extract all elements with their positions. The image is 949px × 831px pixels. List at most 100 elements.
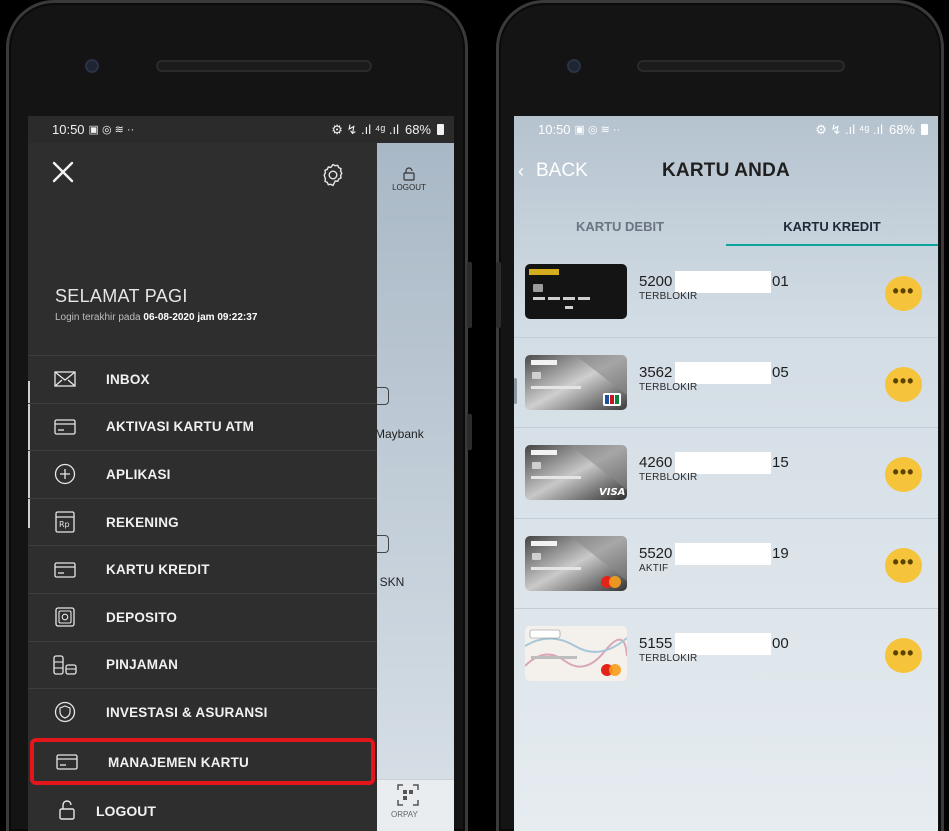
card-more-button[interactable]: ••• [885,547,922,583]
battery-level: 68% [404,122,431,137]
last-login-prefix: Login terakhir pada [55,312,141,323]
menu-item-label: PINJAMAN [106,657,179,673]
card-number-prefix: 4260 [639,454,673,471]
menu-item-rekening[interactable]: Rp REKENING [28,497,377,546]
status-bar: 10:50 ▣ ◎ ≋ ·· ⚙ ↯ .ıl ⁴ᵍ .ıl 68% [28,116,454,143]
menu-item-label: APLIKASI [106,466,171,482]
card-thumbnail-silver-jcb [525,354,627,410]
card-list-item[interactable]: 5520 19 AKTIF ••• [514,519,938,609]
card-manage-icon [55,752,79,772]
card-number-prefix: 5155 [639,635,673,652]
card-status: TERBLOKIR [639,653,698,664]
card-thumbnail-black [525,264,627,319]
drawer-menu: INBOX AKTIVASI KARTU ATM APLIKASI Rp REK… [28,355,377,786]
front-camera [85,59,99,73]
card-more-button[interactable]: ••• [885,276,922,311]
more-dots-icon: ••• [892,461,915,482]
more-dots-icon: ••• [892,371,915,391]
peek-logout-label: LOGOUT [392,183,426,192]
card-thumbnail-silver-mastercard [525,535,627,591]
card-number-suffix: 00 [772,635,789,652]
card-number-prefix: 3562 [639,363,673,381]
earpiece-speaker [637,60,845,72]
volume-button [496,262,501,328]
svg-text:VISA: VISA [599,487,625,498]
front-camera [567,59,581,73]
card-number-redaction [675,452,771,474]
greeting-text: SELAMAT PAGI [55,286,188,306]
status-bar: 10:50 ▣ ◎ ≋ ·· ⚙ ↯ .ıl ⁴ᵍ .ıl 68% [514,116,938,143]
qr-scan-icon[interactable] [397,784,419,806]
menu-item-investasi-asuransi[interactable]: INVESTASI & ASURANSI [28,688,377,736]
left-screen: 10:50 ▣ ◎ ≋ ·· ⚙ ↯ .ıl ⁴ᵍ .ıl 68% LOGOUT… [28,116,454,831]
clock: 10:50 [538,122,571,137]
volume-button [467,262,472,328]
menu-item-kartu-kredit[interactable]: KARTU KREDIT [28,545,377,593]
back-button[interactable]: ‹ BACK [518,160,588,182]
card-list-item[interactable]: 5200 01 TERBLOKIR ••• [514,247,938,338]
settings-gear-icon[interactable] [320,162,346,188]
card-thumbnail-white-mastercard [525,626,627,681]
card-list-item[interactable]: 3562 05 TERBLOKIR ••• [514,338,938,428]
menu-item-label: REKENING [106,514,179,530]
signal-icons: ⚙ ↯ .ıl ⁴ᵍ .ıl [815,121,883,137]
peek-maybank-label: Maybank [375,427,424,441]
signal-icons: ⚙ ↯ .ıl ⁴ᵍ .ıl [331,121,399,137]
card-number-redaction [675,361,771,384]
close-icon[interactable] [50,159,76,185]
card-status: TERBLOKIR [639,381,698,393]
card-more-button[interactable]: ••• [885,638,922,673]
peek-bottom-nav: ORPAY [377,779,454,831]
earpiece-speaker [156,60,372,72]
menu-item-label: MANAJEMEN KARTU [108,754,249,770]
chevron-left-icon: ‹ [518,160,524,181]
menu-item-aktivasi-kartu-atm[interactable]: AKTIVASI KARTU ATM [28,402,377,451]
peek-qr-label: ORPAY [391,810,418,819]
card-list: 5200 01 TERBLOKIR ••• 3562 05 TERBLOKIR … [514,247,938,700]
card-number-suffix: 05 [772,363,789,381]
right-screen: 10:50 ▣ ◎ ≋ ·· ⚙ ↯ .ıl ⁴ᵍ .ıl 68% ‹ BACK… [514,116,938,831]
background-home-peek: LOGOUT Maybank / SKN ORPAY [371,143,454,831]
card-number-suffix: 15 [772,454,789,471]
rupiah-icon: Rp [53,511,77,533]
menu-item-label: DEPOSITO [106,609,178,625]
more-dots-icon: ••• [892,642,915,663]
clock: 10:50 [52,122,85,137]
logout-label: LOGOUT [96,803,156,819]
card-more-button[interactable]: ••• [885,366,922,402]
card-more-button[interactable]: ••• [885,457,922,492]
menu-item-aplikasi[interactable]: APLIKASI [28,450,377,498]
navigation-drawer: SELAMAT PAGI Login terakhir pada 06-08-2… [28,143,377,831]
menu-item-inbox[interactable]: INBOX [28,355,377,403]
card-list-item[interactable]: VISA 4260 15 TERBLOKIR ••• [514,428,938,519]
back-label: BACK [536,160,588,181]
coins-icon [53,655,77,675]
menu-item-deposito[interactable]: DEPOSITO [28,592,377,641]
menu-item-manajemen-kartu[interactable]: MANAJEMEN KARTU [30,737,375,786]
card-type-tabs: KARTU DEBIT KARTU KREDIT [514,206,938,246]
battery-icon [437,124,444,135]
card-number-prefix: 5520 [639,544,673,562]
power-button [467,414,472,450]
last-login-info: Login terakhir pada 06-08-2020 jam 09:22… [55,312,257,323]
card-number-redaction [675,633,771,655]
drawer-logout-button[interactable]: LOGOUT [28,791,377,831]
notification-icons: ▣ ◎ ≋ ·· [574,124,621,136]
safe-icon [53,607,77,627]
peek-skn-label: / SKN [373,575,405,589]
card-list-item[interactable]: 5155 00 TERBLOKIR ••• [514,609,938,700]
more-dots-icon: ••• [892,280,915,301]
menu-item-label: INBOX [106,371,150,387]
menu-item-label: KARTU KREDIT [106,562,210,578]
peek-logout-button[interactable]: LOGOUT [389,167,429,192]
plus-circle-icon [53,464,77,485]
menu-item-pinjaman[interactable]: PINJAMAN [28,640,377,689]
mail-icon [53,369,77,389]
stage: 10:50 ▣ ◎ ≋ ·· ⚙ ↯ .ıl ⁴ᵍ .ıl 68% LOGOUT… [0,0,949,831]
tab-kartu-kredit[interactable]: KARTU KREDIT [726,206,938,246]
last-login-value: 06-08-2020 jam 09:22:37 [143,312,258,323]
tab-kartu-debit[interactable]: KARTU DEBIT [514,206,726,246]
card-thumbnail-silver-visa: VISA [525,445,627,500]
page-title: KARTU ANDA [662,160,790,181]
card-status: TERBLOKIR [639,291,698,302]
